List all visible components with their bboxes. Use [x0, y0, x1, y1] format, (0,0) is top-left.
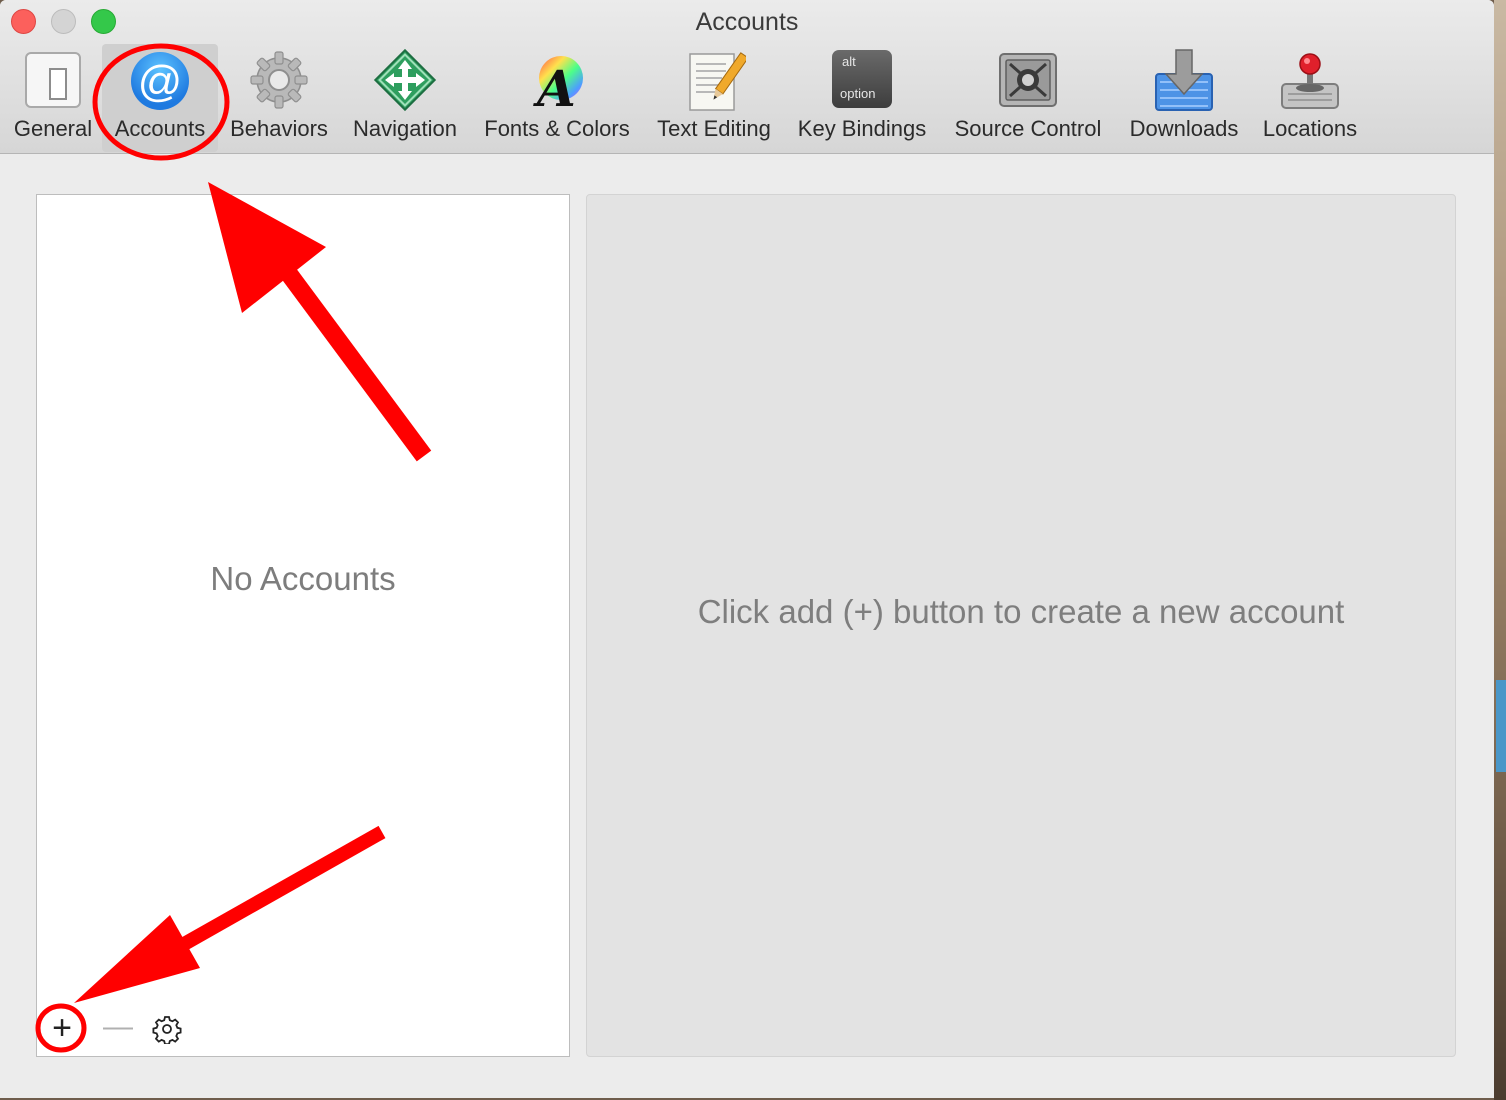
tab-accounts[interactable]: @ Accounts — [102, 44, 218, 152]
font-color-wheel-icon: A — [533, 56, 583, 112]
no-accounts-label: No Accounts — [210, 560, 396, 597]
tab-fonts-colors-label: Fonts & Colors — [484, 116, 630, 141]
tab-behaviors-label: Behaviors — [230, 116, 328, 141]
tab-locations-label: Locations — [1262, 116, 1358, 141]
svg-text:A: A — [533, 59, 576, 112]
accounts-list[interactable]: No Accounts — [36, 194, 570, 1057]
at-sign-icon: @ — [131, 52, 189, 110]
key-bottom-label: option — [840, 86, 876, 101]
window-title: Accounts — [695, 8, 799, 36]
option-key-icon: alt option — [832, 50, 892, 108]
tab-key-bindings-label: Key Bindings — [797, 116, 927, 141]
gear-icon[interactable] — [152, 1014, 182, 1044]
desktop-background — [1494, 0, 1506, 1100]
toggle-switch-icon — [25, 52, 81, 108]
gear-icon — [250, 51, 308, 109]
download-arrow-icon — [1155, 49, 1213, 111]
paper-pencil-icon — [689, 52, 746, 111]
tab-locations[interactable]: Locations — [1258, 44, 1362, 152]
tab-navigation[interactable]: Navigation — [347, 44, 463, 152]
account-detail-panel: Click add (+) button to create a new acc… — [586, 194, 1456, 1057]
move-arrows-icon — [373, 48, 437, 112]
preferences-window: Accounts General @ Accounts Behaviors Na… — [0, 0, 1494, 1098]
tab-downloads[interactable]: Downloads — [1125, 44, 1243, 152]
tab-source-control[interactable]: Source Control — [950, 44, 1106, 152]
remove-account-button[interactable]: — — [103, 1008, 133, 1046]
joystick-drive-icon — [1281, 53, 1339, 109]
add-account-button[interactable]: + — [48, 1010, 76, 1048]
create-account-hint: Click add (+) button to create a new acc… — [697, 593, 1345, 630]
desktop-background-detail — [1496, 680, 1506, 772]
tab-source-control-label: Source Control — [954, 116, 1102, 141]
tab-text-editing[interactable]: Text Editing — [652, 44, 776, 152]
title-toolbar: Accounts General @ Accounts Behaviors Na… — [0, 0, 1494, 154]
tab-fonts-colors[interactable]: A Fonts & Colors — [477, 44, 637, 152]
tab-behaviors[interactable]: Behaviors — [230, 44, 328, 152]
vault-safe-icon — [999, 53, 1057, 107]
key-top-label: alt — [842, 54, 856, 69]
tab-key-bindings[interactable]: alt option Key Bindings — [792, 44, 932, 152]
